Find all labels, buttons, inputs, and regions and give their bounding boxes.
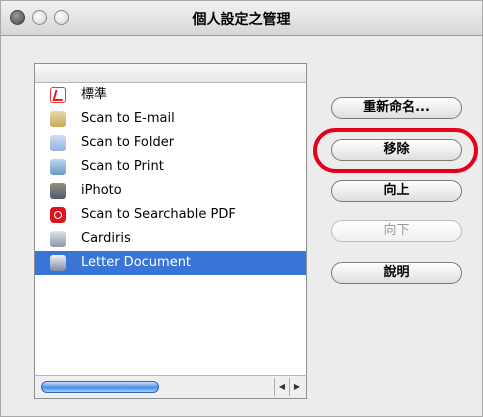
help-button[interactable]: 說明 (331, 262, 462, 284)
printer-icon (50, 159, 66, 175)
list-item-label: Cardiris (81, 231, 131, 246)
window-title: 個人設定之管理 (192, 12, 291, 28)
mail-icon (50, 111, 66, 127)
rename-button[interactable]: 重新命名... (331, 97, 462, 119)
list-item-label: Scan to E-mail (81, 111, 175, 126)
cardiris-icon (50, 231, 66, 247)
title-bar: 個人設定之管理 (1, 1, 482, 36)
list-item[interactable]: Scan to Folder (35, 131, 306, 155)
manage-settings-window: 個人設定之管理 標準 Scan to E-mail Scan to Folder… (0, 0, 483, 417)
list-item[interactable]: 標準 (35, 83, 306, 107)
list-item[interactable]: Cardiris (35, 227, 306, 251)
list-item[interactable]: Scan to E-mail (35, 107, 306, 131)
list-item-label: Scan to Folder (81, 135, 175, 150)
list-item[interactable]: Scan to Print (35, 155, 306, 179)
list-item-label: Letter Document (81, 255, 192, 270)
pdf-icon (50, 207, 66, 223)
list-item-label: Scan to Searchable PDF (81, 207, 236, 222)
scrollbar-thumb[interactable] (41, 381, 159, 393)
folder-icon (50, 135, 66, 151)
list-item-selected[interactable]: Letter Document (35, 251, 306, 275)
letter-document-icon (50, 255, 66, 271)
horizontal-scrollbar[interactable]: ◀ ▶ (34, 375, 307, 399)
acrobat-icon (50, 87, 66, 103)
list-item-label: iPhoto (81, 183, 122, 198)
list-item[interactable]: Scan to Searchable PDF (35, 203, 306, 227)
settings-list[interactable]: 標準 Scan to E-mail Scan to Folder Scan to… (34, 63, 307, 399)
scroll-left-arrow-icon[interactable]: ◀ (274, 378, 289, 396)
iphoto-icon (50, 183, 66, 199)
move-down-button: 向下 (331, 220, 462, 242)
list-item[interactable]: iPhoto (35, 179, 306, 203)
remove-button[interactable]: 移除 (331, 139, 462, 161)
list-header (35, 64, 306, 83)
move-up-button[interactable]: 向上 (331, 180, 462, 202)
list-item-label: Scan to Print (81, 159, 164, 174)
list-item-label: 標準 (81, 87, 108, 102)
scroll-right-arrow-icon[interactable]: ▶ (289, 378, 304, 396)
